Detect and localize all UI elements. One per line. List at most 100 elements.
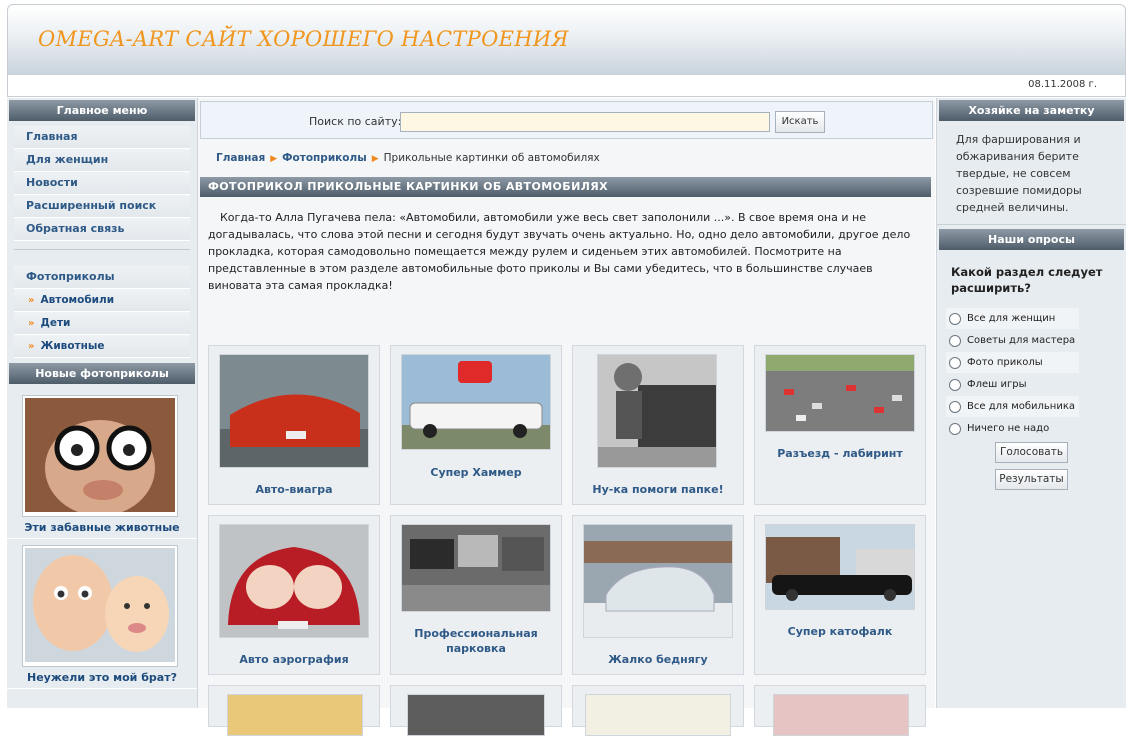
menu-item-news[interactable]: Новости bbox=[14, 172, 190, 195]
photo-caption[interactable]: Эти забавные животные bbox=[7, 521, 197, 539]
gallery-caption[interactable]: Разъезд - лабиринт bbox=[755, 446, 925, 461]
poll-option-label: Ничего не надо bbox=[967, 423, 1050, 434]
menu-item-photojokes[interactable]: Фотоприколы bbox=[14, 266, 190, 289]
gallery-item[interactable] bbox=[208, 685, 380, 736]
breadcrumb-home[interactable]: Главная bbox=[216, 152, 265, 164]
search-label: Поиск по сайту: bbox=[309, 115, 402, 128]
radio-button[interactable] bbox=[949, 422, 961, 435]
gallery-image[interactable] bbox=[219, 354, 369, 468]
gallery-image[interactable] bbox=[765, 354, 915, 432]
main-menu-title: Главное меню bbox=[9, 100, 195, 121]
breadcrumb: Главная ▶ Фотоприколы ▶ Прикольные картинки … bbox=[216, 152, 600, 164]
site-title[interactable]: OMEGA-ART САЙТ ХОРОШЕГО НАСТРОЕНИЯ bbox=[38, 27, 569, 51]
gallery-image[interactable] bbox=[597, 354, 717, 468]
radio-button[interactable] bbox=[949, 312, 961, 325]
breadcrumb-arrow-icon: ▶ bbox=[371, 154, 379, 164]
submenu-item-kids[interactable]: » Дети bbox=[14, 312, 190, 335]
tip-text: Для фарширования и обжаривания берите тв… bbox=[937, 121, 1126, 225]
gallery-caption[interactable]: Супер Хаммер bbox=[391, 465, 561, 480]
gallery-image[interactable] bbox=[401, 524, 551, 612]
limo-photo bbox=[402, 355, 550, 449]
gallery-item[interactable]: Жалко беднягу bbox=[572, 515, 744, 675]
poll-option[interactable]: Флеш игры bbox=[946, 374, 1079, 395]
gallery-caption[interactable]: Жалко беднягу bbox=[573, 652, 743, 667]
site-header: OMEGA-ART САЙТ ХОРОШЕГО НАСТРОЕНИЯ bbox=[7, 4, 1126, 76]
gallery-image[interactable] bbox=[583, 524, 733, 638]
gallery-item[interactable]: Супер Хаммер bbox=[390, 345, 562, 505]
search-button[interactable]: Искать bbox=[775, 111, 825, 133]
photo-caption[interactable]: Неужели это мой брат? bbox=[7, 671, 197, 689]
search-bar: Поиск по сайту: Искать bbox=[200, 101, 933, 139]
gallery-image[interactable] bbox=[585, 694, 731, 736]
breadcrumb-arrow-icon: ▶ bbox=[270, 154, 278, 164]
gallery-image[interactable] bbox=[227, 694, 363, 736]
gallery-item[interactable]: Разъезд - лабиринт bbox=[754, 345, 926, 505]
gallery-image[interactable] bbox=[407, 694, 545, 736]
gallery-item[interactable]: Ну-ка помоги папке! bbox=[572, 345, 744, 505]
gallery-caption[interactable]: Авто аэрография bbox=[209, 652, 379, 667]
poll-option[interactable]: Ничего не надо bbox=[946, 418, 1079, 439]
submenu-label: Автомобили bbox=[40, 294, 115, 306]
poll-option-label: Флеш игры bbox=[967, 379, 1027, 390]
submenu-label: Животные bbox=[40, 340, 105, 352]
gallery-item[interactable]: Супер катофалк bbox=[754, 515, 926, 675]
poll-question: Какой раздел следует расширить? bbox=[951, 265, 1103, 295]
submenu-label: Дети bbox=[40, 317, 71, 329]
results-button[interactable]: Результаты bbox=[995, 469, 1068, 490]
submenu-item-cars[interactable]: » Автомобили bbox=[14, 289, 190, 312]
poll-options: Все для женщин Советы для мастера Фото п… bbox=[946, 308, 1126, 439]
arrow-icon: » bbox=[28, 295, 35, 306]
poll-option[interactable]: Советы для мастера bbox=[946, 330, 1079, 351]
poll-option-label: Советы для мастера bbox=[967, 335, 1076, 346]
poll-title: Наши опросы bbox=[939, 229, 1124, 250]
menu-divider bbox=[14, 241, 190, 250]
gallery-caption[interactable]: Супер катофалк bbox=[755, 624, 925, 639]
right-sidebar: Хозяйке на заметку Для фарширования и об… bbox=[936, 98, 1126, 708]
gallery-item[interactable]: Авто-виагра bbox=[208, 345, 380, 505]
breadcrumb-section[interactable]: Фотоприколы bbox=[282, 152, 367, 164]
menu-item-feedback[interactable]: Обратная связь bbox=[14, 218, 190, 241]
gallery-item[interactable] bbox=[754, 685, 926, 736]
poll-option-label: Все для женщин bbox=[967, 313, 1056, 324]
menu-item-advanced-search[interactable]: Расширенный поиск bbox=[14, 195, 190, 218]
gallery-image[interactable] bbox=[765, 524, 915, 610]
submenu-item-animals[interactable]: » Животные bbox=[14, 335, 190, 358]
kid-car-photo bbox=[598, 355, 716, 467]
poll-option-label: Все для мобильника bbox=[967, 401, 1076, 412]
vote-button[interactable]: Голосовать bbox=[995, 442, 1068, 463]
gallery-image[interactable] bbox=[401, 354, 551, 450]
radio-button[interactable] bbox=[949, 400, 961, 413]
monkey-photo bbox=[25, 398, 175, 516]
photo-thumb-baby[interactable] bbox=[22, 545, 178, 667]
gallery-caption[interactable]: Ну-ка помоги папке! bbox=[573, 482, 743, 497]
tip-title: Хозяйке на заметку bbox=[939, 100, 1124, 121]
main-content: Поиск по сайту: Искать Главная ▶ Фотоприко… bbox=[198, 98, 935, 736]
red-car-photo bbox=[220, 355, 368, 467]
radio-button[interactable] bbox=[949, 356, 961, 369]
photo-thumb-monkey[interactable] bbox=[22, 395, 178, 517]
mini-airbrush-photo bbox=[220, 525, 368, 637]
gallery-item[interactable]: Профессиональная парковка bbox=[390, 515, 562, 675]
gallery-caption[interactable]: Авто-виагра bbox=[209, 482, 379, 497]
poll-option[interactable]: Все для женщин bbox=[946, 308, 1079, 329]
frozen-car-photo bbox=[584, 525, 732, 637]
search-input[interactable] bbox=[400, 112, 770, 132]
hearse-photo bbox=[766, 525, 914, 609]
poll-option[interactable]: Фото приколы bbox=[946, 352, 1079, 373]
gallery-item[interactable] bbox=[572, 685, 744, 736]
date-bar: 08.11.2008 г. bbox=[7, 75, 1126, 97]
menu-item-home[interactable]: Главная bbox=[14, 126, 190, 149]
gallery-caption[interactable]: Профессиональная парковка bbox=[391, 626, 561, 656]
arrow-icon: » bbox=[28, 341, 35, 352]
gallery-item[interactable] bbox=[390, 685, 562, 736]
breadcrumb-current: Прикольные картинки об автомобилях bbox=[383, 152, 600, 164]
gallery-item[interactable]: Авто аэрография bbox=[208, 515, 380, 675]
gallery-image[interactable] bbox=[219, 524, 369, 638]
gallery-image[interactable] bbox=[773, 694, 909, 736]
baby-photo bbox=[25, 548, 175, 662]
radio-button[interactable] bbox=[949, 378, 961, 391]
article-title: ФОТОПРИКОЛ ПРИКОЛЬНЫЕ КАРТИНКИ ОБ АВТОМО… bbox=[200, 177, 931, 197]
radio-button[interactable] bbox=[949, 334, 961, 347]
poll-option[interactable]: Все для мобильника bbox=[946, 396, 1079, 417]
menu-item-for-women[interactable]: Для женщин bbox=[14, 149, 190, 172]
